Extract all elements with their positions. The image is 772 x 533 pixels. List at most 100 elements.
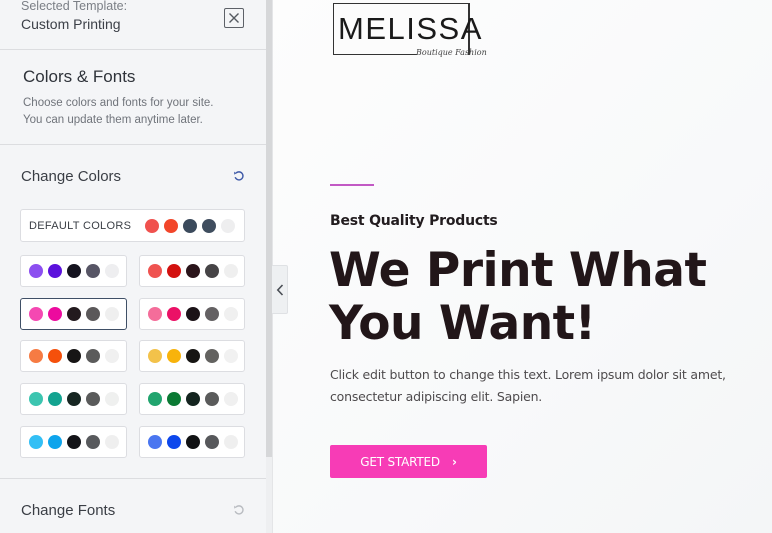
chevron-left-icon	[276, 283, 283, 296]
chevron-right-icon: ›	[451, 454, 457, 469]
logo-name: MELISSA	[338, 11, 483, 46]
reset-colors-icon[interactable]	[233, 170, 245, 182]
color-swatch	[105, 307, 119, 321]
color-swatch	[167, 264, 181, 278]
logo-tagline: Boutique Fashion	[416, 48, 487, 57]
color-swatch	[186, 392, 200, 406]
get-started-label: GET STARTED	[360, 454, 440, 469]
headline-line-1: We Print What	[329, 243, 707, 298]
palette-default-colors[interactable]: DEFAULT COLORS	[20, 209, 245, 242]
accent-line	[330, 184, 374, 186]
color-swatch	[167, 392, 181, 406]
color-swatch	[86, 307, 100, 321]
color-palette-option[interactable]	[139, 340, 245, 372]
color-palette-option[interactable]	[139, 426, 245, 458]
description-line-2: You can update them anytime later.	[23, 114, 203, 126]
change-colors-title: Change Colors	[21, 168, 122, 185]
color-swatch	[148, 264, 162, 278]
color-swatch	[105, 392, 119, 406]
divider	[0, 478, 266, 479]
hero-body-text: Click edit button to change this text. L…	[330, 364, 750, 408]
palette-swatches	[148, 307, 243, 321]
selected-template-name: Custom Printing	[21, 16, 121, 32]
color-swatch	[86, 264, 100, 278]
color-palette-option[interactable]	[20, 298, 127, 330]
reset-fonts-icon[interactable]	[233, 504, 245, 516]
color-swatch	[224, 392, 238, 406]
get-started-button[interactable]: GET STARTED ›	[330, 445, 487, 478]
color-swatch	[86, 435, 100, 449]
color-swatch	[86, 349, 100, 363]
color-swatch	[224, 349, 238, 363]
color-palette-option[interactable]	[20, 340, 127, 372]
color-swatch	[67, 349, 81, 363]
color-swatch	[186, 349, 200, 363]
colors-fonts-title: Colors & Fonts	[23, 67, 136, 86]
description-line-1: Choose colors and fonts for your site.	[23, 97, 214, 109]
color-swatch	[205, 307, 219, 321]
color-swatch	[205, 435, 219, 449]
color-swatch	[86, 392, 100, 406]
color-swatch	[164, 218, 178, 233]
color-palette-option[interactable]	[20, 426, 127, 458]
color-swatch	[148, 392, 162, 406]
body-line-1: Click edit button to change this text. L…	[330, 367, 726, 382]
eyebrow-text: Best Quality Products	[330, 213, 498, 229]
color-palette-option[interactable]	[20, 383, 127, 415]
palette-swatches	[29, 435, 124, 449]
colors-fonts-intro: Colors & Fonts Choose colors and fonts f…	[0, 50, 266, 145]
color-swatch	[105, 435, 119, 449]
sidebar-panel: Selected Template: Custom Printing Color…	[0, 0, 266, 533]
close-button[interactable]	[224, 8, 244, 28]
headline-line-2: You Want!	[329, 296, 596, 351]
color-swatch	[67, 392, 81, 406]
selected-template-label: Selected Template:	[21, 0, 128, 13]
color-swatch	[186, 264, 200, 278]
palette-swatches	[148, 392, 243, 406]
color-swatch	[67, 264, 81, 278]
default-colors-label: DEFAULT COLORS	[29, 219, 132, 232]
color-swatch	[105, 349, 119, 363]
color-swatch	[29, 349, 43, 363]
color-swatch	[167, 307, 181, 321]
color-swatch	[67, 435, 81, 449]
color-swatch	[167, 349, 181, 363]
color-swatch	[148, 435, 162, 449]
hero-headline: We Print What You Want!	[329, 244, 749, 350]
color-palette-option[interactable]	[20, 255, 127, 287]
palette-swatches	[29, 349, 124, 363]
color-swatch	[186, 435, 200, 449]
color-swatch	[205, 392, 219, 406]
palette-swatches	[29, 392, 124, 406]
color-swatch	[224, 435, 238, 449]
color-swatch	[48, 349, 62, 363]
selected-template-header: Selected Template: Custom Printing	[0, 0, 266, 50]
palette-swatches	[148, 435, 243, 449]
color-swatch	[148, 307, 162, 321]
color-swatch	[29, 264, 43, 278]
color-swatch	[186, 307, 200, 321]
color-palette-option[interactable]	[139, 298, 245, 330]
color-swatch	[29, 307, 43, 321]
palette-swatches	[29, 264, 124, 278]
color-swatch	[205, 349, 219, 363]
color-swatch	[205, 264, 219, 278]
color-swatch	[183, 218, 197, 233]
color-swatch	[29, 435, 43, 449]
color-swatch	[148, 349, 162, 363]
color-palette-option[interactable]	[139, 255, 245, 287]
collapse-sidebar-button[interactable]	[272, 265, 288, 314]
color-swatch	[202, 218, 216, 233]
change-fonts-title: Change Fonts	[21, 502, 116, 519]
color-swatch	[48, 435, 62, 449]
palette-swatches	[148, 349, 243, 363]
color-swatch	[224, 264, 238, 278]
color-swatch	[48, 264, 62, 278]
color-swatch	[221, 218, 235, 233]
color-swatch	[48, 307, 62, 321]
color-swatch	[48, 392, 62, 406]
colors-fonts-description: Choose colors and fonts for your site. Y…	[23, 95, 253, 129]
default-palette-swatches	[145, 218, 240, 233]
color-swatch	[224, 307, 238, 321]
color-palette-option[interactable]	[139, 383, 245, 415]
